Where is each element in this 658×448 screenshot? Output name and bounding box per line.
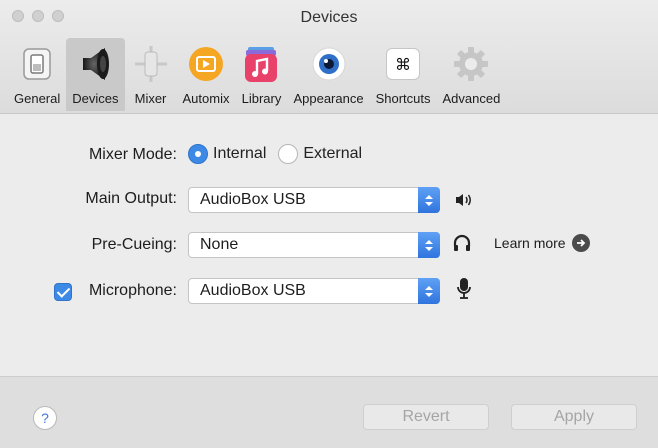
microphone-stepper-icon	[418, 278, 440, 304]
command-key-glyph: ⌘	[386, 48, 421, 80]
tab-advanced-label: Advanced	[442, 91, 501, 106]
eye-icon	[309, 44, 349, 84]
revert-button[interactable]: Revert	[363, 404, 489, 430]
pre-cueing-value: None	[200, 236, 239, 253]
tab-appearance[interactable]: Appearance	[287, 38, 369, 111]
mixer-mode-internal-label[interactable]: Internal	[213, 145, 266, 163]
pre-cueing-label: Pre-Cueing:	[91, 236, 177, 253]
mixer-mode-external-radio[interactable]	[278, 144, 299, 164]
tab-automix[interactable]: Automix	[177, 38, 236, 111]
automix-icon	[186, 44, 226, 84]
mixer-mode-label: Mixer Mode:	[88, 146, 177, 163]
microphone-select[interactable]: AudioBox USB	[188, 278, 440, 304]
learn-more-link[interactable]: Learn more	[494, 234, 590, 252]
devices-panel: Mixer Mode: Internal External Main Outpu…	[0, 114, 658, 376]
help-button[interactable]: ?	[33, 406, 57, 430]
tab-automix-label: Automix	[182, 91, 230, 106]
tab-mixer-label: Mixer	[134, 91, 167, 106]
main-output-label: Main Output:	[85, 190, 177, 207]
microphone-icon	[456, 277, 472, 306]
tab-library[interactable]: Library	[235, 38, 287, 111]
arrow-right-circle-icon	[571, 234, 590, 252]
music-library-icon	[241, 44, 281, 84]
tab-appearance-label: Appearance	[293, 91, 364, 106]
microphone-value: AudioBox USB	[200, 282, 306, 299]
tab-mixer[interactable]: Mixer	[125, 38, 177, 111]
tab-devices-label: Devices	[72, 91, 119, 106]
preferences-window: Devices General Devices Mixer Automix Li…	[0, 0, 658, 448]
window-title: Devices	[300, 9, 358, 26]
main-output-value: AudioBox USB	[200, 191, 306, 208]
pre-cueing-select[interactable]: None	[188, 232, 440, 258]
headphones-icon	[452, 233, 472, 258]
microphone-label: Microphone:	[88, 282, 177, 299]
tab-shortcuts-label: Shortcuts	[375, 91, 431, 106]
gear-icon	[451, 44, 491, 84]
tab-devices[interactable]: Devices	[66, 38, 125, 111]
main-output-stepper-icon	[418, 187, 440, 213]
tab-advanced[interactable]: Advanced	[437, 38, 507, 111]
learn-more-label: Learn more	[494, 235, 566, 251]
switch-icon	[17, 44, 57, 84]
pre-cueing-stepper-icon	[418, 232, 440, 258]
mixer-sliders-icon	[131, 44, 171, 84]
apply-button[interactable]: Apply	[511, 404, 637, 430]
mixer-mode-internal-radio[interactable]	[188, 144, 208, 164]
tab-library-label: Library	[241, 91, 282, 106]
mixer-mode-external-label[interactable]: External	[303, 145, 362, 163]
preference-tabs: General Devices Mixer Automix Library Ap…	[8, 38, 506, 111]
mixer-mode-radio-group: Internal External	[188, 144, 362, 164]
speaker-volume-icon	[455, 192, 473, 213]
tab-shortcuts[interactable]: ⌘ Shortcuts	[370, 38, 437, 111]
speaker-icon	[75, 44, 115, 84]
main-output-select[interactable]: AudioBox USB	[188, 187, 440, 213]
toolbar: Devices General Devices Mixer Automix Li…	[0, 0, 658, 114]
tab-general[interactable]: General	[8, 38, 66, 111]
tab-general-label: General	[14, 91, 61, 106]
command-key-icon: ⌘	[383, 44, 423, 84]
bottom-bar: ? Revert Apply	[0, 376, 658, 448]
